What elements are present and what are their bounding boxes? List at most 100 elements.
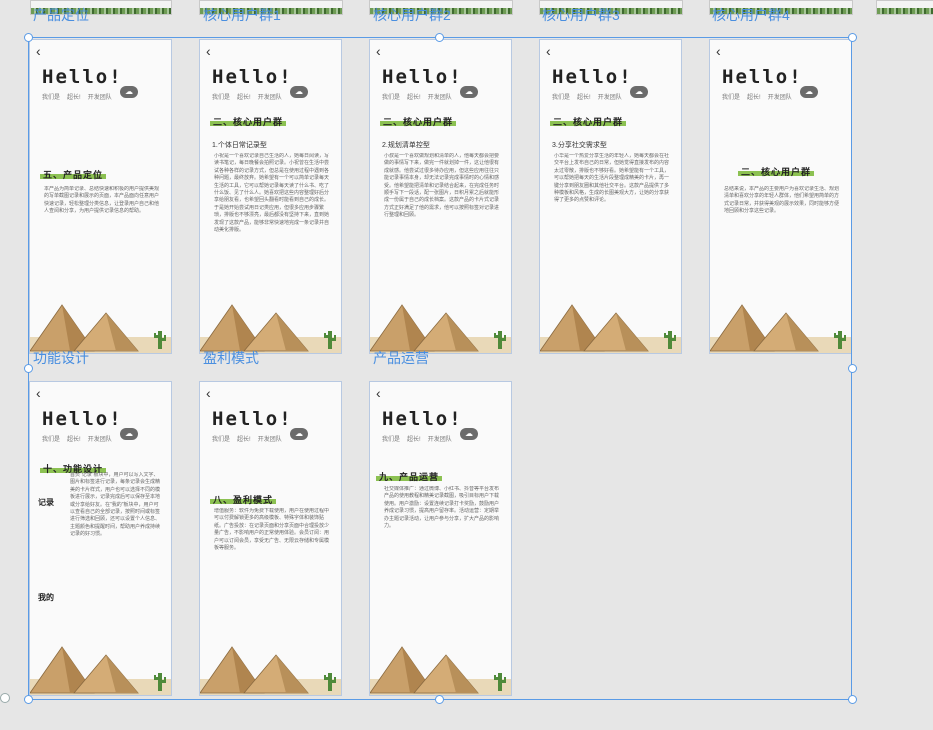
resize-handle-top-center[interactable] [435,33,444,42]
hello-heading: Hello! [212,66,293,88]
resize-handle-top-left[interactable] [24,33,33,42]
meta-item: 开发团队 [87,95,112,101]
cloud-toggle-icon[interactable]: ☁ [630,86,648,98]
artboard-card[interactable]: ‹ Hello! 我们是 超长! 开发团队 ☁ 二、核心用户群 3.分享社交需求型 小华是一个热… [539,39,682,354]
section-title: 二、核心用户群 [738,165,815,178]
meta-item: 开发团队 [427,95,452,101]
pyramid-desert-illustration [30,635,171,695]
hello-heading: Hello! [382,66,463,88]
artboard-label[interactable]: 核心用户群3 [542,7,620,23]
hello-heading: Hello! [42,66,123,88]
intro-meta: 我们是 超长! 开发团队 [382,92,459,101]
meta-item: 超长! [747,95,761,101]
hello-heading: Hello! [212,408,293,430]
side-feature-label: 我的 [38,593,54,602]
resize-handle-bottom-left[interactable] [24,695,33,704]
back-chevron-icon[interactable]: ‹ [36,385,41,401]
artboard-label[interactable]: 核心用户群4 [712,7,790,23]
meta-item: 超长! [237,95,251,101]
meta-item: 超长! [237,437,251,443]
back-chevron-icon[interactable]: ‹ [716,43,721,59]
hello-heading: Hello! [722,66,803,88]
artboard-card[interactable]: ‹ Hello! 我们是 超长! 开发团队 ☁ 九、产品运营社交媒体推广：通过微博、小红书、… [369,381,512,696]
meta-item: 开发团队 [597,95,622,101]
artboard-label[interactable]: 产品运营 [373,350,429,366]
meta-item: 超长! [577,95,591,101]
meta-item: 我们是 [42,437,61,443]
section-title: 五、产品定位 [40,168,107,181]
pyramid-desert-illustration [370,293,511,353]
cloud-toggle-icon[interactable]: ☁ [460,428,478,440]
section-subhead: 1.个体日常记录型 [212,142,267,149]
back-chevron-icon[interactable]: ‹ [376,43,381,59]
artboard-card[interactable]: ‹ Hello! 我们是 超长! 开发团队 ☁ 五、产品定位本产品为简单记录、总结快速和积极… [29,39,172,354]
back-chevron-icon[interactable]: ‹ [36,43,41,59]
meta-item: 我们是 [212,95,231,101]
artboard-label[interactable]: 核心用户群2 [373,7,451,23]
artboard-card[interactable]: ‹ Hello! 我们是 超长! 开发团队 ☁ 二、核心用户群 1.个体日常记录型 小祝是一个喜… [199,39,342,354]
meta-item: 开发团队 [257,95,282,101]
section-title: 二、核心用户群 [380,115,457,128]
meta-item: 开发团队 [427,437,452,443]
meta-item: 超长! [407,437,421,443]
intro-meta: 我们是 超长! 开发团队 [212,434,289,443]
hello-heading: Hello! [552,66,633,88]
back-chevron-icon[interactable]: ‹ [206,43,211,59]
cloud-toggle-icon[interactable]: ☁ [290,428,308,440]
section-title: 九、产品运营 [376,470,443,483]
section-body-text: 小叔是一个喜欢做规划和清单的人，他每天都会把要做的事情写下来，做完一件就划掉一件… [384,153,500,219]
back-chevron-icon[interactable]: ‹ [546,43,551,59]
artboard-label[interactable]: 产品定位 [33,7,89,23]
meta-item: 我们是 [382,437,401,443]
meta-item: 开发团队 [257,437,282,443]
intro-meta: 我们是 超长! 开发团队 [42,92,119,101]
artboard-card[interactable]: ‹ Hello! 我们是 超长! 开发团队 ☁ 二、核心用户群总结来说，本产品的主要用户为喜… [709,39,852,354]
cloud-toggle-icon[interactable]: ☁ [460,86,478,98]
canvas-anchor-handle[interactable] [0,693,10,703]
resize-handle-bottom-right[interactable] [848,695,857,704]
artboard-label[interactable]: 盈利模式 [203,350,259,366]
side-feature-label: 记录 [38,498,54,507]
section-body-text: 首页"记录"板块中，用户可以写入文字、图片和标签进行记录，每条记录会生成精美的卡… [70,472,161,538]
cloud-toggle-icon[interactable]: ☁ [120,428,138,440]
artboard-thumbnail[interactable] [876,0,933,15]
cloud-toggle-icon[interactable]: ☁ [800,86,818,98]
section-title: 八、盈利模式 [210,493,277,506]
meta-item: 我们是 [212,437,231,443]
meta-item: 我们是 [552,95,571,101]
meta-item: 我们是 [722,95,741,101]
pyramid-desert-illustration [30,293,171,353]
artboard-card[interactable]: ‹ Hello! 我们是 超长! 开发团队 ☁ 二、核心用户群 2.规划清单控型小叔是一个喜欢… [369,39,512,354]
back-chevron-icon[interactable]: ‹ [376,385,381,401]
intro-meta: 我们是 超长! 开发团队 [42,434,119,443]
resize-handle-middle-right[interactable] [848,364,857,373]
hello-heading: Hello! [382,408,463,430]
section-body-text: 总结来说，本产品的主要用户为喜欢记录生活、规划清单和喜欢分享的年轻人群体，他们希… [724,186,840,215]
cloud-toggle-icon[interactable]: ☁ [120,86,138,98]
section-body-text: 增值服务：软件为免费下载使用，用户在使用过程中可以付费解锁更多的高级模板、特殊字… [214,508,330,552]
section-subhead: 3.分享社交需求型 [552,142,607,149]
back-chevron-icon[interactable]: ‹ [206,385,211,401]
section-subhead: 2.规划清单控型 [382,142,430,149]
intro-meta: 我们是 超长! 开发团队 [722,92,799,101]
pyramid-desert-illustration [540,293,681,353]
resize-handle-bottom-center[interactable] [435,695,444,704]
artboard-card[interactable]: ‹ Hello! 我们是 超长! 开发团队 ☁ 十、功能设计 首页"记录"板块中，用户可以写入… [29,381,172,696]
intro-meta: 我们是 超长! 开发团队 [382,434,459,443]
artboard-label[interactable]: 核心用户群1 [203,7,281,23]
meta-item: 超长! [67,95,81,101]
pyramid-desert-illustration [200,293,341,353]
section-body-text: 社交媒体推广：通过微博、小红书、抖音等平台发布产品的使用教程和精美记录截图，吸引… [384,486,500,530]
meta-item: 超长! [67,437,81,443]
artboard-label[interactable]: 功能设计 [33,350,89,366]
artboard-card[interactable]: ‹ Hello! 我们是 超长! 开发团队 ☁ 八、盈利模式增值服务：软件为免费下载使用，用… [199,381,342,696]
resize-handle-middle-left[interactable] [24,364,33,373]
hello-heading: Hello! [42,408,123,430]
cloud-toggle-icon[interactable]: ☁ [290,86,308,98]
resize-handle-top-right[interactable] [848,33,857,42]
meta-item: 我们是 [42,95,61,101]
intro-meta: 我们是 超长! 开发团队 [212,92,289,101]
meta-item: 我们是 [382,95,401,101]
section-body-text: 小祝是一个喜欢记录自己生活的人，她每日阅读，写读书笔记，每日晚餐会拍照记录。小祝… [214,153,330,234]
section-body-text: 本产品为简单记录、总结快速和积极的用户提供美观的写单截图记录和展示的页面，本产品… [44,186,160,215]
